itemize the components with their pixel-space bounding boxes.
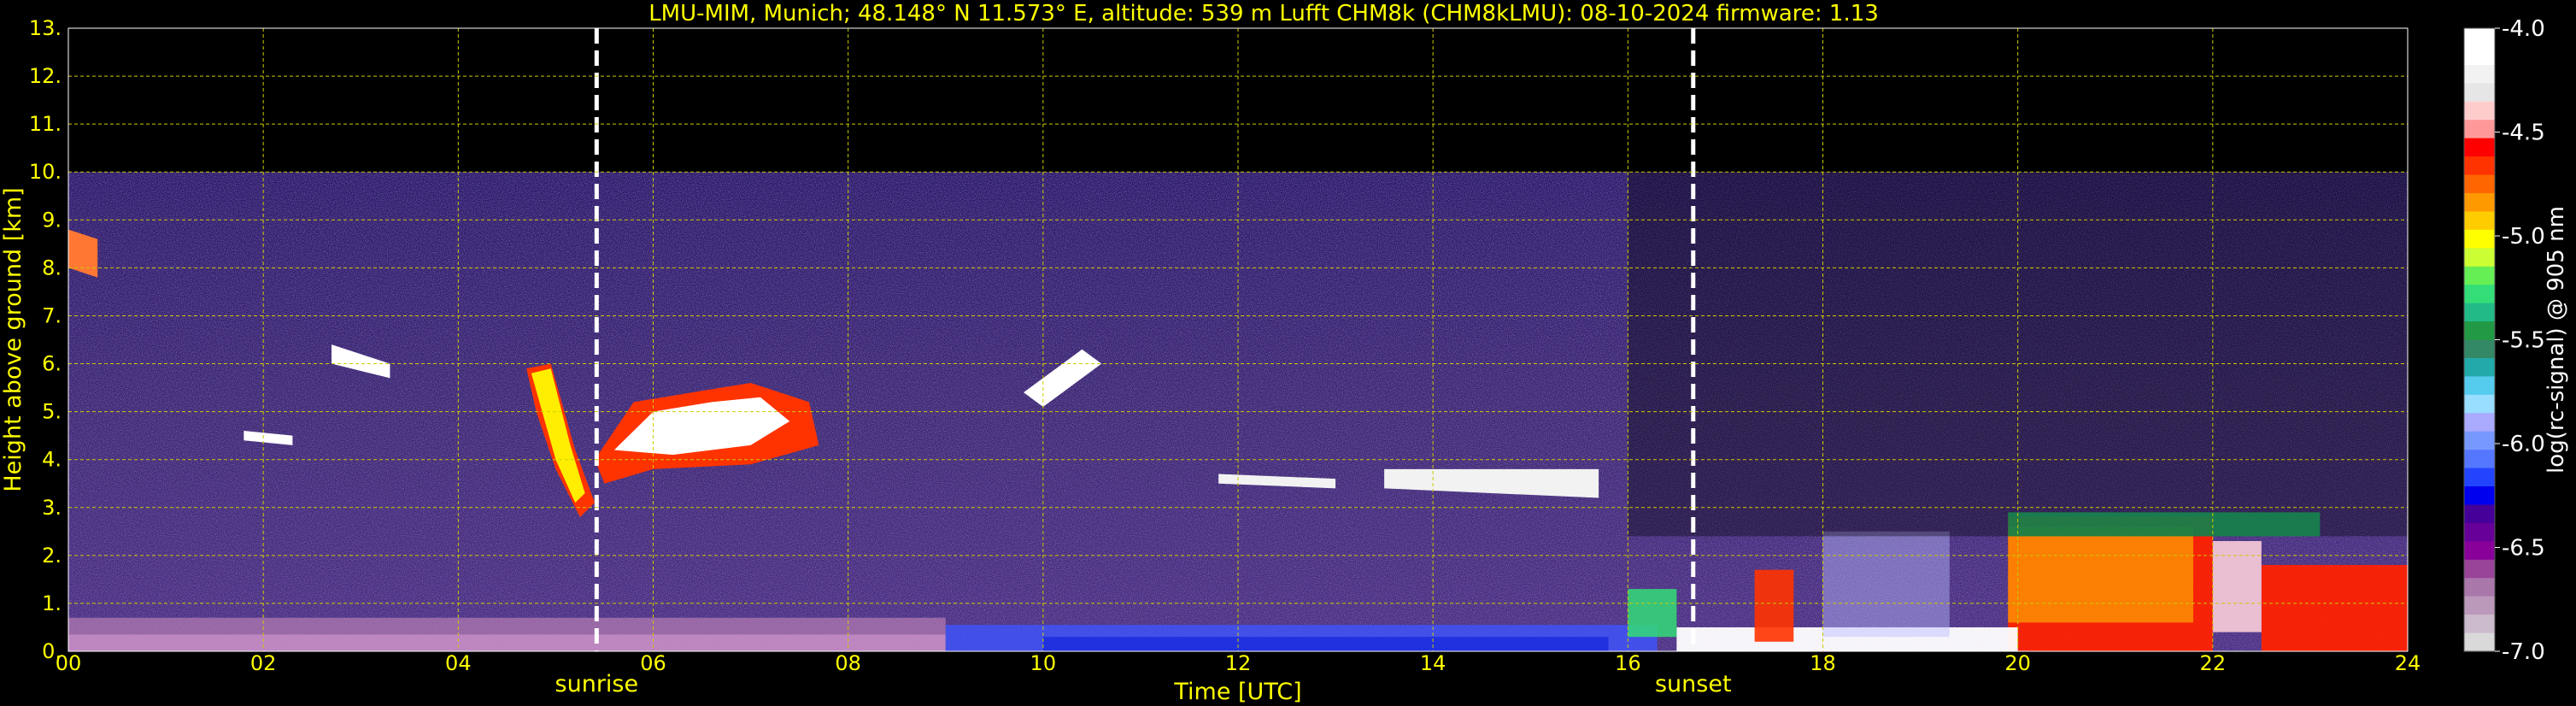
colorbar-segment [2464,321,2495,341]
colorbar-segment [2464,192,2495,213]
y-tick-label: 2. [42,544,62,568]
y-axis-label: Height above ground [km] [0,187,26,491]
colorbar-label: log(rc-signal) @ 905 nm [2544,206,2569,474]
colorbar-segment [2464,450,2495,469]
colorbar-segment [2464,413,2495,432]
colorbar-segment [2464,486,2495,506]
colorbar-segment [2464,156,2495,176]
x-tick-label: 14 [1420,651,1446,675]
evening-red-band-2 [2261,565,2408,651]
colorbar-segment [2464,64,2495,84]
evening-columns [1822,531,1950,638]
ceilometer-chart: sunrise sunset 00 02 04 06 08 10 12 14 16 18 20 22 24… [0,1,2569,705]
colorbar-tick-label: -6.0 [2502,432,2545,457]
y-tick-label: 10. [29,160,62,184]
colorbar-segment [2464,559,2495,579]
y-tick-label: 13. [29,16,62,40]
colorbar-tick-label: -4.0 [2502,16,2545,42]
colorbar-segment [2464,596,2495,615]
x-tick-label: 12 [1225,651,1252,675]
colorbar-tick-label: -5.5 [2502,328,2545,354]
evening-yellow-band [2008,527,2194,623]
colorbar-segment [2464,46,2495,66]
evening-white-core [2212,541,2262,632]
colorbar-segment [2464,431,2495,450]
y-tick-label: 1. [42,591,62,615]
colorbar-segment [2464,541,2495,561]
colorbar-segment [2464,522,2495,542]
colorbar-segment [2464,578,2495,597]
x-tick-label: 02 [250,651,277,675]
y-tick-label: 8. [42,256,62,279]
colorbar-tick-label: -4.5 [2502,121,2545,146]
colorbar: -4.0 -4.5 -5.0 -5.5 -6.0 -6.5 -7.0 log(rc-signa… [2463,16,2569,665]
y-tick-label: 12. [29,64,62,88]
x-tick-label: 18 [1810,651,1836,675]
colorbar-segment [2464,303,2495,322]
colorbar-segment [2464,248,2495,268]
dusk-green [1628,589,1677,638]
y-tick-label: 0. [42,639,62,663]
colorbar-segment [2464,120,2495,139]
x-tick-label: 10 [1030,651,1057,675]
colorbar-segment [2464,357,2495,377]
y-tick-label: 11. [29,112,62,136]
y-tick-label: 5. [42,400,62,424]
colorbar-segment [2464,285,2495,304]
colorbar-segment [2464,376,2495,396]
colorbar-tick-label: -6.5 [2502,536,2545,562]
colorbar-segment [2464,266,2495,285]
colorbar-segment [2464,83,2495,103]
colorbar-segment [2464,211,2495,231]
evening-plume-red [1754,569,1794,642]
x-tick-label: 20 [2004,651,2031,675]
colorbar-segment [2464,229,2495,249]
colorbar-segment [2464,504,2495,524]
colorbar-segment [2464,28,2495,48]
surface-layer-blue-dark [1042,637,1609,651]
y-tick-label: 6. [42,352,62,376]
y-tick-label: 4. [42,448,62,472]
colorbar-tick-label: -7.0 [2502,639,2545,665]
colorbar-segment [2464,339,2495,359]
x-tick-label: 04 [445,651,472,675]
x-axis-label: Time [UTC] [1173,679,1301,705]
colorbar-segment [2464,174,2495,194]
marker-label-sunrise: sunrise [555,671,639,697]
x-tick-label: 24 [2395,651,2421,675]
surface-layer-purple [68,634,946,651]
colorbar-segment [2464,138,2495,157]
colorbar-segment [2464,101,2495,121]
colorbar-segment [2464,468,2495,487]
x-tick-label: 22 [2200,651,2227,675]
marker-label-sunset: sunset [1655,671,1732,697]
x-tick-label: 16 [1615,651,1641,675]
colorbar-segment [2464,615,2495,634]
colorbar-segment [2464,394,2495,414]
x-tick-label: 08 [835,651,861,675]
colorbar-segment [2464,632,2495,652]
y-tick-label: 3. [42,496,62,520]
chart-title: LMU-MIM, Munich; 48.148° N 11.573° E, al… [648,1,1879,26]
y-tick-label: 9. [42,208,62,232]
colorbar-tick-label: -5.0 [2502,224,2545,250]
y-tick-label: 7. [42,303,62,327]
x-tick-label: 06 [640,651,666,675]
